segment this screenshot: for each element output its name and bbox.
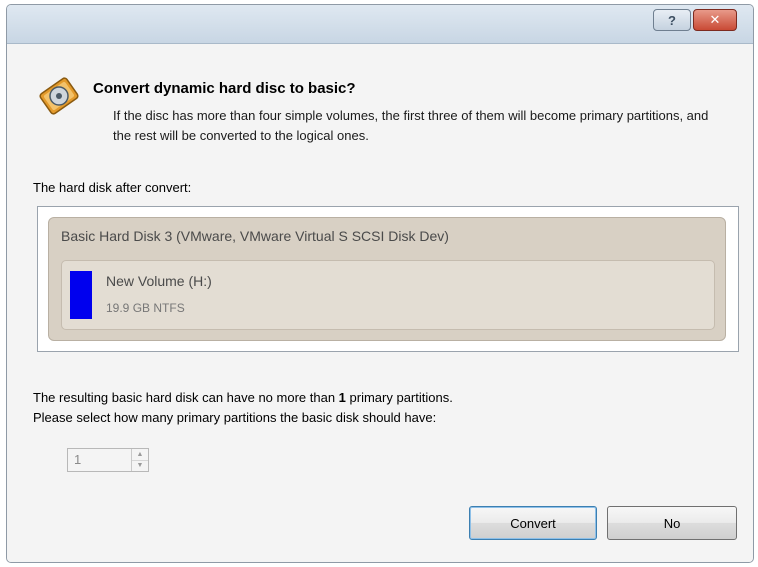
disk-name: Basic Hard Disk 3 (VMware, VMware Virtua… xyxy=(61,228,449,244)
disk-panel: Basic Hard Disk 3 (VMware, VMware Virtua… xyxy=(48,217,726,341)
volume-name: New Volume (H:) xyxy=(106,273,212,289)
primary-partitions-spinner[interactable]: 1 ▲ ▼ xyxy=(67,448,149,472)
volume-info: 19.9 GB NTFS xyxy=(106,301,185,315)
dialog-description: If the disc has more than four simple vo… xyxy=(113,108,709,143)
volume-block: New Volume (H:) 19.9 GB NTFS xyxy=(61,260,715,330)
disk-convert-icon xyxy=(39,77,79,115)
spinner-value: 1 xyxy=(74,452,82,467)
partition-limit-count: 1 xyxy=(338,390,346,405)
spinner-buttons: ▲ ▼ xyxy=(131,449,148,471)
close-icon: ✕ xyxy=(709,12,721,27)
spinner-down-arrow-icon[interactable]: ▼ xyxy=(132,460,148,471)
convert-button[interactable]: Convert xyxy=(469,506,597,540)
partition-limit-prefix: The resulting basic hard disk can have n… xyxy=(33,390,339,405)
title-bar: ? ✕ xyxy=(7,5,753,44)
help-icon: ? xyxy=(668,12,676,28)
no-button[interactable]: No xyxy=(607,506,737,540)
help-button[interactable]: ? xyxy=(653,9,691,31)
volume-color-swatch xyxy=(70,271,92,319)
dialog-heading: Convert dynamic hard disc to basic? xyxy=(93,80,356,97)
dialog-window: ? ✕ Convert dynamic hard disc to basic? … xyxy=(6,4,754,563)
partition-select-prompt: Please select how many primary partition… xyxy=(33,410,437,425)
preview-label: The hard disk after convert: xyxy=(33,180,192,195)
partition-limit-suffix: primary partitions. xyxy=(345,390,453,405)
close-button[interactable]: ✕ xyxy=(693,9,737,31)
dialog-content: Convert dynamic hard disc to basic? If t… xyxy=(7,44,753,562)
partition-limit-note: The resulting basic hard disk can have n… xyxy=(33,390,453,405)
disk-preview-frame: Basic Hard Disk 3 (VMware, VMware Virtua… xyxy=(37,206,739,352)
